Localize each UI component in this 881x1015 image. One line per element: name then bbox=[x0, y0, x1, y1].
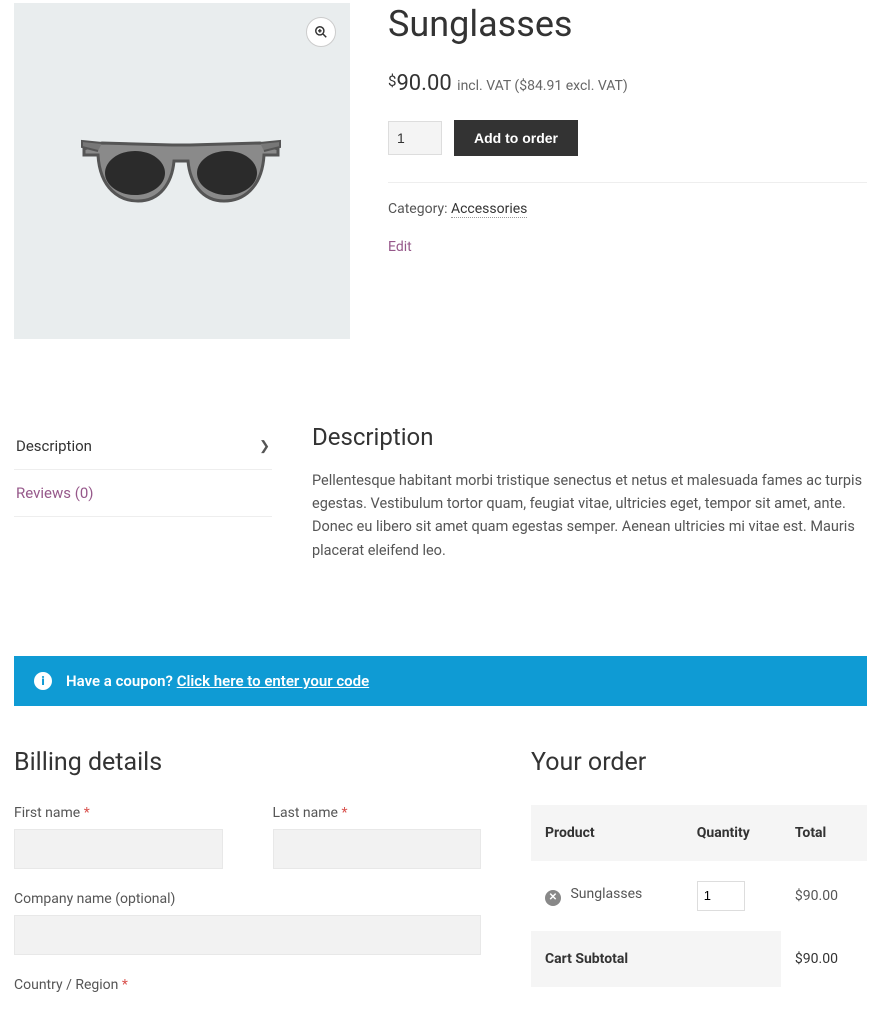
order-table: Product Quantity Total ✕ Sunglasses $90.… bbox=[531, 805, 867, 987]
tab-description-label: Description bbox=[16, 437, 92, 455]
quantity-stepper[interactable] bbox=[388, 121, 442, 155]
first-name-field[interactable] bbox=[14, 829, 223, 869]
col-total: Total bbox=[781, 805, 867, 861]
edit-link[interactable]: Edit bbox=[388, 239, 412, 255]
remove-item-icon[interactable]: ✕ bbox=[545, 890, 561, 906]
order-item-name: Sunglasses bbox=[570, 886, 642, 902]
last-name-field[interactable] bbox=[273, 829, 482, 869]
coupon-notice: i Have a coupon? Click here to enter you… bbox=[14, 656, 867, 706]
product-price: $90.00 incl. VAT ($84.91 excl. VAT) bbox=[388, 71, 867, 96]
subtotal-label: Cart Subtotal bbox=[531, 931, 781, 987]
zoom-icon[interactable] bbox=[306, 17, 336, 47]
order-heading: Your order bbox=[531, 748, 867, 777]
add-to-order-button[interactable]: Add to order bbox=[454, 120, 578, 156]
panel-heading: Description bbox=[312, 423, 867, 451]
col-quantity: Quantity bbox=[683, 805, 781, 861]
last-name-label: Last name * bbox=[273, 805, 482, 821]
first-name-label: First name * bbox=[14, 805, 223, 821]
coupon-prompt: Have a coupon? bbox=[66, 672, 173, 690]
country-label: Country / Region * bbox=[14, 977, 481, 993]
category-label: Category: bbox=[388, 201, 447, 217]
col-product: Product bbox=[531, 805, 683, 861]
sunglasses-illustration bbox=[72, 111, 292, 231]
chevron-right-icon: ❯ bbox=[259, 439, 270, 454]
category-link[interactable]: Accessories bbox=[451, 201, 527, 218]
product-image[interactable] bbox=[14, 3, 350, 339]
description-text: Pellentesque habitant morbi tristique se… bbox=[312, 469, 867, 562]
order-quantity-stepper[interactable] bbox=[697, 881, 745, 911]
product-title: Sunglasses bbox=[388, 3, 867, 45]
tab-reviews[interactable]: Reviews (0) bbox=[14, 470, 272, 517]
billing-heading: Billing details bbox=[14, 748, 481, 777]
subtotal-value: $90.00 bbox=[781, 931, 867, 987]
company-field[interactable] bbox=[14, 915, 481, 955]
order-item-total: $90.00 bbox=[781, 861, 867, 931]
tab-reviews-label: Reviews (0) bbox=[16, 484, 94, 502]
info-icon: i bbox=[34, 672, 52, 690]
tab-description[interactable]: Description ❯ bbox=[14, 423, 272, 470]
company-label: Company name (optional) bbox=[14, 891, 481, 907]
order-row: ✕ Sunglasses $90.00 bbox=[531, 861, 867, 931]
coupon-link[interactable]: Click here to enter your code bbox=[177, 672, 369, 690]
